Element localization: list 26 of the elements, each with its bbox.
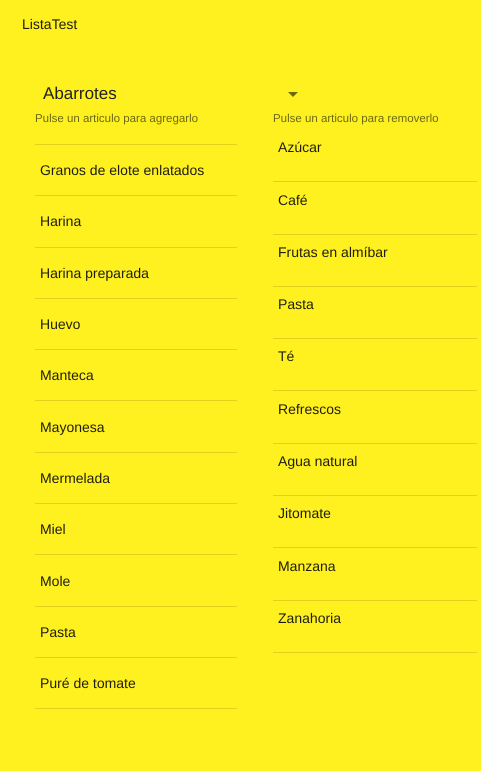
category-dropdown[interactable]: Abarrotes xyxy=(43,82,308,106)
list-item[interactable]: Pasta xyxy=(35,606,237,658)
list-item[interactable]: Huevo xyxy=(35,298,237,350)
list-item[interactable]: Café xyxy=(273,182,477,235)
list-item[interactable]: Mayonesa xyxy=(35,401,237,453)
list-item[interactable]: Mole xyxy=(35,555,237,607)
list-item[interactable]: Harina xyxy=(35,196,237,248)
list-item[interactable]: Puré de tomate xyxy=(35,658,237,710)
list-hint: Pulse un articulo para agregarlo xyxy=(35,112,200,127)
list-item[interactable]: Harina preparada xyxy=(35,248,237,299)
list-item[interactable]: Mermelada xyxy=(35,452,237,504)
list-item[interactable]: Refrescos xyxy=(273,391,477,444)
list-item[interactable]: Agua natural xyxy=(273,444,477,496)
list-item[interactable]: Miel xyxy=(35,504,237,556)
list-item[interactable]: Manteca xyxy=(35,350,237,402)
list-item[interactable]: Jitomate xyxy=(273,496,477,548)
list-item[interactable]: Azúcar xyxy=(273,130,477,182)
list-item[interactable]: Frutas en almíbar xyxy=(273,234,477,287)
app-title: ListaTest xyxy=(21,15,78,34)
caret-icon xyxy=(288,92,298,96)
list-item[interactable]: Granos de elote enlatados xyxy=(35,145,237,196)
list-item[interactable]: Pasta xyxy=(273,286,477,340)
list-item[interactable]: Té xyxy=(273,339,477,392)
list-hint: Pulse un articulo para removerlo xyxy=(273,112,440,127)
list-item[interactable]: Zanahoria xyxy=(273,600,477,653)
list-item[interactable]: Manzana xyxy=(273,548,477,601)
